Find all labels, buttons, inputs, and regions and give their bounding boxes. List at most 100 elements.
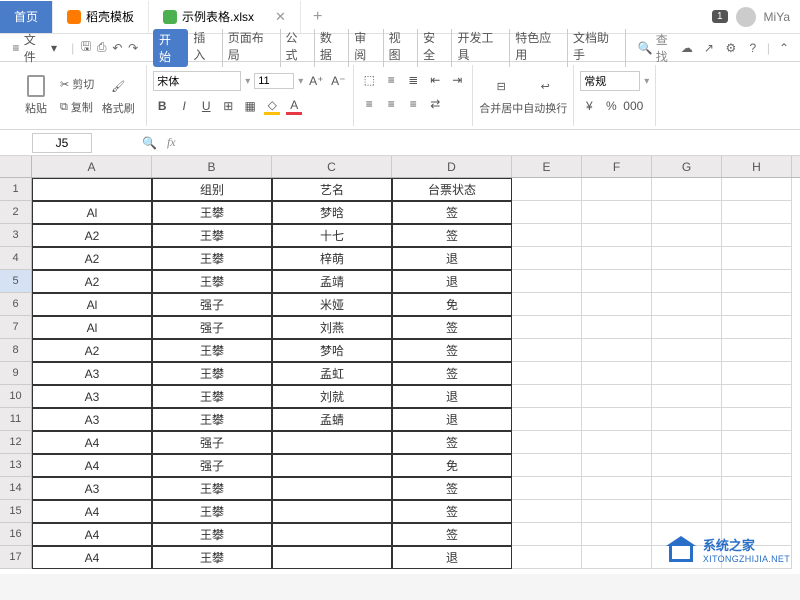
cell[interactable] <box>722 247 792 270</box>
bold-button[interactable]: B <box>153 97 171 115</box>
cell[interactable]: A2 <box>32 247 152 270</box>
indent-dec-icon[interactable]: ⇤ <box>426 71 444 89</box>
cell[interactable] <box>582 454 652 477</box>
row-header[interactable]: 5 <box>0 270 32 293</box>
menu-icon[interactable]: ≡ <box>8 40 24 56</box>
cell[interactable]: 王攀 <box>152 247 272 270</box>
menu-tab-formula[interactable]: 公式 <box>281 29 315 67</box>
indent-inc-icon[interactable]: ⇥ <box>448 71 466 89</box>
cell[interactable]: 签 <box>392 431 512 454</box>
cloud-icon[interactable]: ☁ <box>679 40 695 56</box>
select-all-corner[interactable] <box>0 156 32 177</box>
fill-color-button[interactable]: ◇ <box>263 97 281 115</box>
col-header-G[interactable]: G <box>652 156 722 177</box>
settings-icon[interactable]: ⚙ <box>723 40 739 56</box>
cell[interactable]: A2 <box>32 224 152 247</box>
row-header[interactable]: 13 <box>0 454 32 477</box>
cell[interactable] <box>512 224 582 247</box>
cell[interactable]: A4 <box>32 500 152 523</box>
cell[interactable]: A4 <box>32 431 152 454</box>
menu-tab-insert[interactable]: 插入 <box>188 29 222 67</box>
percent-icon[interactable]: % <box>602 97 620 115</box>
cell[interactable]: Al <box>32 201 152 224</box>
col-header-H[interactable]: H <box>722 156 792 177</box>
cell[interactable] <box>582 201 652 224</box>
collapse-icon[interactable]: ⌃ <box>776 40 792 56</box>
cell[interactable] <box>272 523 392 546</box>
cell[interactable]: 梓萌 <box>272 247 392 270</box>
cell[interactable]: 签 <box>392 500 512 523</box>
cell[interactable] <box>652 178 722 201</box>
undo-icon[interactable]: ↶ <box>110 40 126 56</box>
cell[interactable]: 签 <box>392 477 512 500</box>
cell[interactable] <box>512 523 582 546</box>
cell[interactable] <box>652 431 722 454</box>
cell[interactable]: 孟蜻 <box>272 408 392 431</box>
tab-home[interactable]: 首页 <box>0 1 53 33</box>
cell[interactable] <box>652 339 722 362</box>
font-color-button[interactable]: A <box>285 97 303 115</box>
font-size-select[interactable]: 11 <box>254 73 294 89</box>
cell[interactable] <box>722 201 792 224</box>
cell[interactable] <box>512 178 582 201</box>
menu-tab-security[interactable]: 安全 <box>418 29 452 67</box>
cell[interactable] <box>512 270 582 293</box>
cell[interactable]: 免 <box>392 454 512 477</box>
cell[interactable]: 艺名 <box>272 178 392 201</box>
cell[interactable]: 梦晗 <box>272 201 392 224</box>
cell[interactable]: 签 <box>392 339 512 362</box>
cell[interactable] <box>512 201 582 224</box>
cell[interactable] <box>722 408 792 431</box>
cell[interactable]: 签 <box>392 523 512 546</box>
cell[interactable] <box>722 316 792 339</box>
close-icon[interactable]: ✕ <box>275 9 286 25</box>
cell[interactable]: 签 <box>392 224 512 247</box>
cell[interactable]: 退 <box>392 385 512 408</box>
cell[interactable] <box>652 247 722 270</box>
cell[interactable]: 强子 <box>152 316 272 339</box>
cell[interactable] <box>582 523 652 546</box>
menu-tab-data[interactable]: 数据 <box>315 29 349 67</box>
cell[interactable] <box>652 293 722 316</box>
cell[interactable]: 组别 <box>152 178 272 201</box>
row-header[interactable]: 14 <box>0 477 32 500</box>
cell[interactable]: Al <box>32 293 152 316</box>
cell[interactable]: 王攀 <box>152 546 272 569</box>
print-icon[interactable]: ⎙ <box>94 40 110 56</box>
cell[interactable] <box>272 546 392 569</box>
zoom-icon[interactable]: 🔍 <box>142 136 157 150</box>
tab-add-button[interactable]: + <box>301 8 334 26</box>
cell[interactable] <box>272 431 392 454</box>
share-icon[interactable]: ↗ <box>701 40 717 56</box>
col-header-E[interactable]: E <box>512 156 582 177</box>
search-button[interactable]: 🔍 查找 <box>638 31 679 65</box>
cell[interactable] <box>722 178 792 201</box>
font-dec-icon[interactable]: A⁻ <box>329 72 347 90</box>
align-top-icon[interactable]: ⬚ <box>360 71 378 89</box>
cell[interactable] <box>722 362 792 385</box>
paste-button[interactable]: 粘贴 <box>14 66 58 126</box>
cell[interactable] <box>582 293 652 316</box>
cell[interactable] <box>652 408 722 431</box>
fx-icon[interactable]: fx <box>167 135 176 150</box>
cell[interactable]: Al <box>32 316 152 339</box>
row-header[interactable]: 9 <box>0 362 32 385</box>
cell[interactable] <box>652 270 722 293</box>
cell[interactable] <box>512 500 582 523</box>
cell[interactable] <box>512 247 582 270</box>
name-box[interactable] <box>32 133 92 153</box>
menu-tab-special[interactable]: 特色应用 <box>510 29 568 67</box>
align-middle-icon[interactable]: ≡ <box>382 71 400 89</box>
cell[interactable]: 王攀 <box>152 362 272 385</box>
cell[interactable]: A4 <box>32 454 152 477</box>
row-header[interactable]: 3 <box>0 224 32 247</box>
cell[interactable] <box>512 431 582 454</box>
cell[interactable] <box>722 431 792 454</box>
cell[interactable] <box>512 316 582 339</box>
row-header[interactable]: 12 <box>0 431 32 454</box>
borders-button[interactable]: ⊞ <box>219 97 237 115</box>
cell[interactable] <box>272 454 392 477</box>
menu-tab-dochelper[interactable]: 文档助手 <box>568 29 626 67</box>
row-header[interactable]: 15 <box>0 500 32 523</box>
save-icon[interactable]: 🖫 <box>78 40 94 56</box>
